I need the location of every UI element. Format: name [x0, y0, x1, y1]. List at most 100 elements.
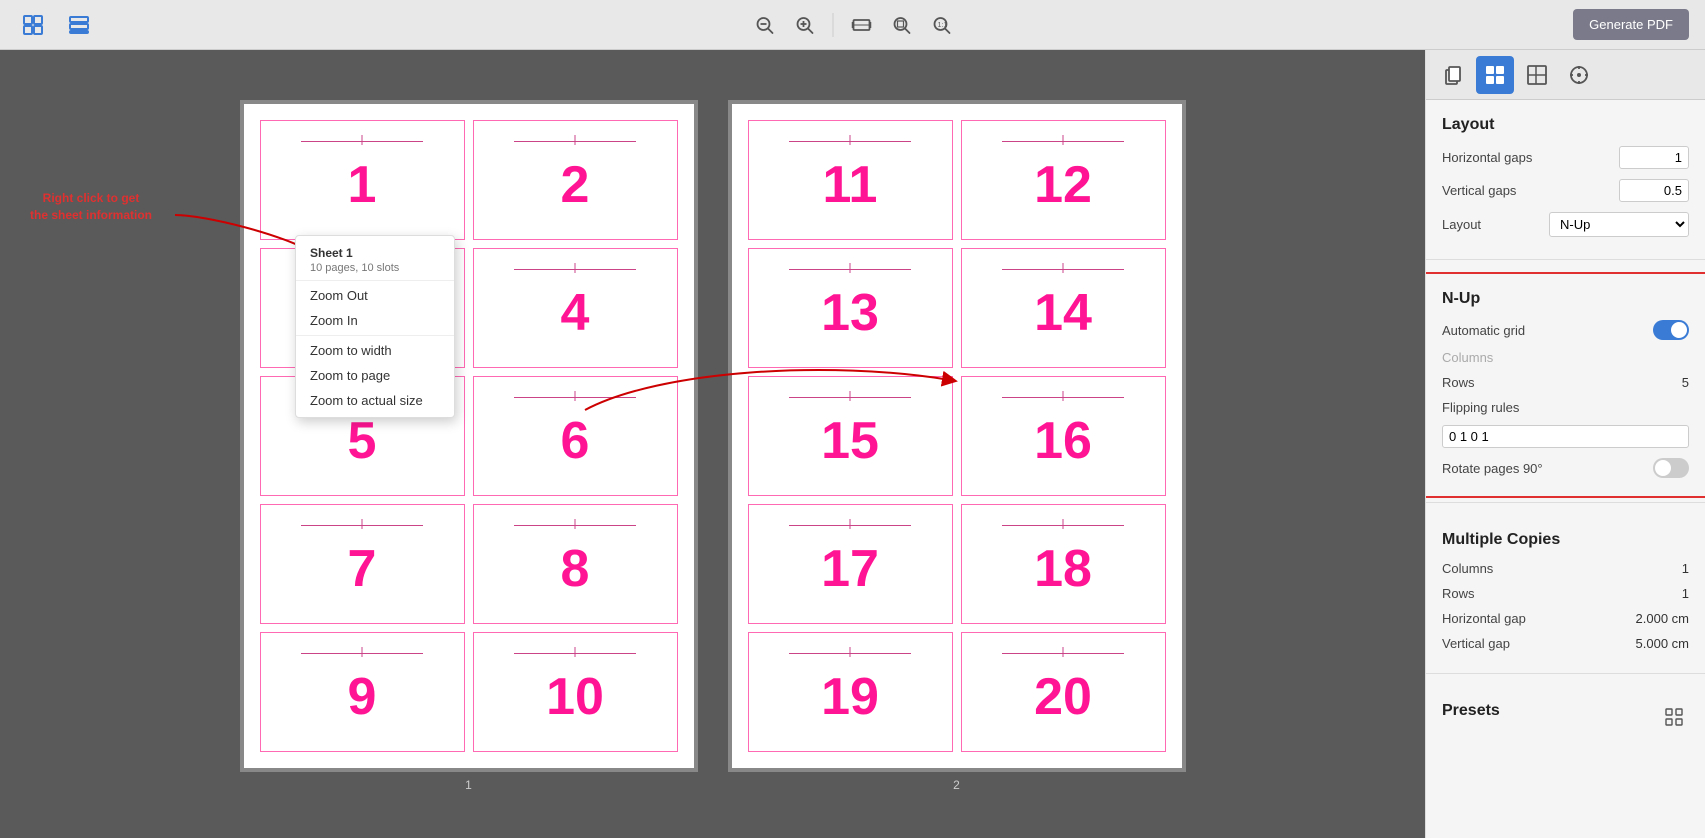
vertical-gaps-label: Vertical gaps	[1442, 183, 1516, 198]
card-1-number: 1	[348, 155, 377, 215]
zoom-actual-icon: 1:1	[931, 15, 951, 35]
context-menu-item-zoom-actual[interactable]: Zoom to actual size	[296, 388, 454, 413]
toolbar-right: Generate PDF	[1573, 9, 1689, 40]
layout-title: Layout	[1442, 116, 1689, 134]
layout-rows-icon-btn[interactable]	[62, 8, 96, 42]
card-8: 8	[473, 504, 678, 624]
page-2-label: 2	[728, 778, 1186, 792]
mc-horizontal-gap-value: 2.000 cm	[1636, 611, 1689, 626]
columns-label: Columns	[1442, 350, 1493, 365]
context-menu-item-zoom-width[interactable]: Zoom to width	[296, 338, 454, 363]
presets-grid-btn[interactable]	[1659, 702, 1689, 732]
card-11-number: 11	[823, 155, 878, 215]
layout-type-select[interactable]: N-Up	[1549, 212, 1689, 237]
flipping-rules-input[interactable]	[1442, 425, 1689, 448]
card-19: 19	[748, 632, 953, 752]
nup-title: N-Up	[1442, 290, 1689, 308]
context-menu-item-zoom-page[interactable]: Zoom to page	[296, 363, 454, 388]
page-2-wrapper: 11 12 13	[728, 100, 1186, 772]
context-menu-item-zoom-in[interactable]: Zoom In	[296, 308, 454, 333]
card-4-tick	[575, 263, 576, 273]
panel-tab-grid-icon-btn[interactable]	[1476, 56, 1514, 94]
panel-tab-marks-icon-btn[interactable]	[1560, 56, 1598, 94]
zoom-width-icon	[851, 15, 871, 35]
pages-container: 1 2 3	[240, 100, 1186, 792]
horizontal-gaps-input[interactable]	[1619, 146, 1689, 169]
toolbar-divider	[832, 13, 833, 37]
card-11-tick	[850, 135, 851, 145]
mc-vertical-gap-value: 5.000 cm	[1636, 636, 1689, 651]
card-7-number: 7	[348, 539, 377, 599]
card-7: 7	[260, 504, 465, 624]
card-20-tick	[1063, 647, 1064, 657]
columns-row: Columns	[1442, 350, 1689, 365]
flipping-rules-row: Flipping rules	[1442, 400, 1689, 415]
zoom-out-btn[interactable]	[748, 9, 780, 41]
mc-columns-value: 1	[1682, 561, 1689, 576]
generate-pdf-button[interactable]: Generate PDF	[1573, 9, 1689, 40]
card-2-tick	[575, 135, 576, 145]
panel-tab-layout-icon-btn[interactable]	[1518, 56, 1556, 94]
card-19-tick	[850, 647, 851, 657]
zoom-page-icon	[891, 15, 911, 35]
automatic-grid-row: Automatic grid	[1442, 320, 1689, 340]
toolbar-left	[16, 8, 96, 42]
zoom-out-icon	[754, 15, 774, 35]
automatic-grid-label: Automatic grid	[1442, 323, 1525, 338]
copy-pages-icon	[1442, 64, 1464, 86]
context-menu: Sheet 1 10 pages, 10 slots Zoom Out Zoom…	[295, 235, 455, 418]
card-14-tick	[1063, 263, 1064, 273]
card-14: 14	[961, 248, 1166, 368]
card-18-tick	[1063, 519, 1064, 529]
zoom-in-btn[interactable]	[788, 9, 820, 41]
card-5-number: 5	[348, 411, 377, 471]
grid-icon	[22, 14, 44, 36]
context-menu-item-zoom-out[interactable]: Zoom Out	[296, 283, 454, 308]
automatic-grid-toggle[interactable]	[1653, 320, 1689, 340]
card-10: 10	[473, 632, 678, 752]
flipping-rules-label: Flipping rules	[1442, 400, 1519, 415]
card-20-number: 20	[1034, 667, 1092, 727]
card-2-number: 2	[561, 155, 590, 215]
zoom-in-icon	[794, 15, 814, 35]
layout-section: Layout Horizontal gaps Vertical gaps Lay…	[1426, 100, 1705, 255]
presets-label: Presets	[1442, 702, 1500, 720]
right-panel: Layout Horizontal gaps Vertical gaps Lay…	[1425, 50, 1705, 838]
card-12-number: 12	[1034, 155, 1092, 215]
card-12: 12	[961, 120, 1166, 240]
card-20: 20	[961, 632, 1166, 752]
layout-type-label: Layout	[1442, 217, 1481, 232]
zoom-width-btn[interactable]	[845, 9, 877, 41]
page-2: 11 12 13	[728, 100, 1186, 792]
toolbar: 1:1 Generate PDF	[0, 0, 1705, 50]
panel-tab-copy-icon-btn[interactable]	[1434, 56, 1472, 94]
presets-section: Presets	[1426, 686, 1705, 750]
mc-columns-label: Columns	[1442, 561, 1493, 576]
card-9-number: 9	[348, 667, 377, 727]
context-menu-sub: 10 pages, 10 slots	[296, 262, 454, 281]
card-10-tick	[575, 647, 576, 657]
vertical-gaps-row: Vertical gaps	[1442, 179, 1689, 202]
panel-tabs	[1426, 50, 1705, 100]
card-1-tick	[362, 135, 363, 145]
card-14-number: 14	[1034, 283, 1092, 343]
page-2-inner: 11 12 13	[732, 104, 1182, 768]
canvas-area: Right click to get the sheet information	[0, 50, 1425, 838]
card-17-number: 17	[821, 539, 879, 599]
mc-rows-label: Rows	[1442, 586, 1475, 601]
card-9-tick	[362, 647, 363, 657]
multiple-copies-title: Multiple Copies	[1442, 531, 1689, 549]
svg-text:1:1: 1:1	[937, 22, 947, 29]
mc-vertical-gap-row: Vertical gap 5.000 cm	[1442, 636, 1689, 651]
vertical-gaps-input[interactable]	[1619, 179, 1689, 202]
card-12-tick	[1063, 135, 1064, 145]
mc-rows-value: 1	[1682, 586, 1689, 601]
layout-grid-icon-btn[interactable]	[16, 8, 50, 42]
multiple-copies-section: Multiple Copies Columns 1 Rows 1 Horizon…	[1426, 515, 1705, 669]
rotate-pages-label: Rotate pages 90°	[1442, 461, 1543, 476]
zoom-actual-btn[interactable]: 1:1	[925, 9, 957, 41]
page-1-label: 1	[240, 778, 698, 792]
rotate-pages-row: Rotate pages 90°	[1442, 458, 1689, 478]
zoom-page-btn[interactable]	[885, 9, 917, 41]
rotate-pages-toggle[interactable]	[1653, 458, 1689, 478]
